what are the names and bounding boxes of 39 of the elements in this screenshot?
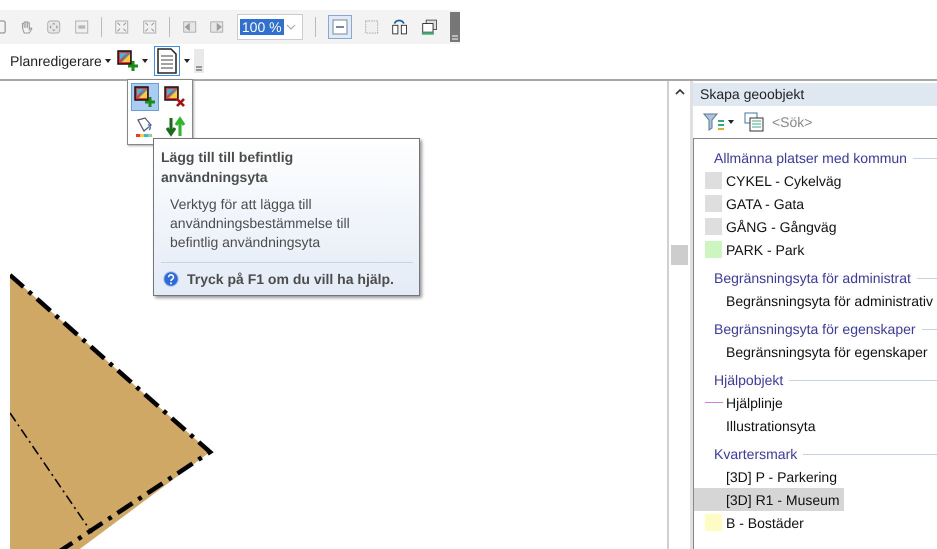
shrink-icon[interactable] xyxy=(114,18,130,36)
group-heading: Allmänna platser med kommun xyxy=(714,150,907,166)
page-layout-icon[interactable] xyxy=(330,18,349,36)
geoobject-item[interactable]: Illustrationsyta xyxy=(694,414,820,437)
table-icon[interactable] xyxy=(743,111,765,133)
geoobject-item[interactable]: GATA - Gata xyxy=(694,192,808,215)
filter-icon[interactable] xyxy=(703,111,725,133)
refresh-pages-icon[interactable] xyxy=(391,17,409,37)
area-plus-icon[interactable] xyxy=(116,50,139,72)
planredigerare-menu[interactable]: Planredigerare xyxy=(10,53,111,69)
group-heading: Begränsningsyta för egenskaper xyxy=(714,321,916,337)
monitor-icon[interactable] xyxy=(420,17,438,37)
toolbar-overflow-grip[interactable] xyxy=(194,49,204,73)
group-heading: Kvartersmark xyxy=(714,446,798,462)
partial-tool-icon[interactable] xyxy=(0,18,7,36)
geoobject-item[interactable]: Begränsningsyta för administrativ xyxy=(694,289,937,312)
geoobject-item[interactable]: GÅNG - Gångväg xyxy=(694,215,840,238)
toolbar-overflow-grip[interactable] xyxy=(450,12,460,42)
tooltip-title: Lägg till till befintlig användningsyta xyxy=(161,148,294,187)
geoobject-item[interactable]: Hjälplinje xyxy=(694,391,787,414)
geoobject-item[interactable]: [3D] P - Parkering xyxy=(694,465,842,488)
overflow-icon[interactable] xyxy=(194,65,203,73)
add-area-tool-button[interactable] xyxy=(114,48,150,74)
overflow-icon[interactable] xyxy=(450,34,459,42)
group-heading: Begränsningsyta för administrat xyxy=(714,270,911,286)
scrollbar-thumb[interactable] xyxy=(671,245,688,265)
help-hint: Tryck på F1 om du vill ha hjälp. xyxy=(187,271,394,287)
zoom-dropdown[interactable]: 100 % xyxy=(236,14,304,40)
scroll-up-icon[interactable] xyxy=(674,87,686,97)
tooltip-description: Verktyg för att lägga till användningsbestämmelse till befintlig användningsyta xyxy=(170,195,351,252)
group-heading: Hjälpobjekt xyxy=(714,372,784,388)
geoobject-item[interactable]: Begränsningsyta för egenskaper xyxy=(694,340,932,363)
geoobject-item[interactable]: [3D] R1 - Museum xyxy=(694,488,844,511)
geoobject-item[interactable]: PARK - Park xyxy=(694,238,808,261)
help-icon[interactable] xyxy=(163,271,179,287)
expand-icon[interactable] xyxy=(142,18,158,36)
geoobject-item[interactable]: B - Bostäder xyxy=(694,511,808,534)
geoobject-item[interactable]: CYKEL - Cykelväg xyxy=(694,169,846,192)
panel-title: Skapa geoobjekt xyxy=(693,83,937,106)
